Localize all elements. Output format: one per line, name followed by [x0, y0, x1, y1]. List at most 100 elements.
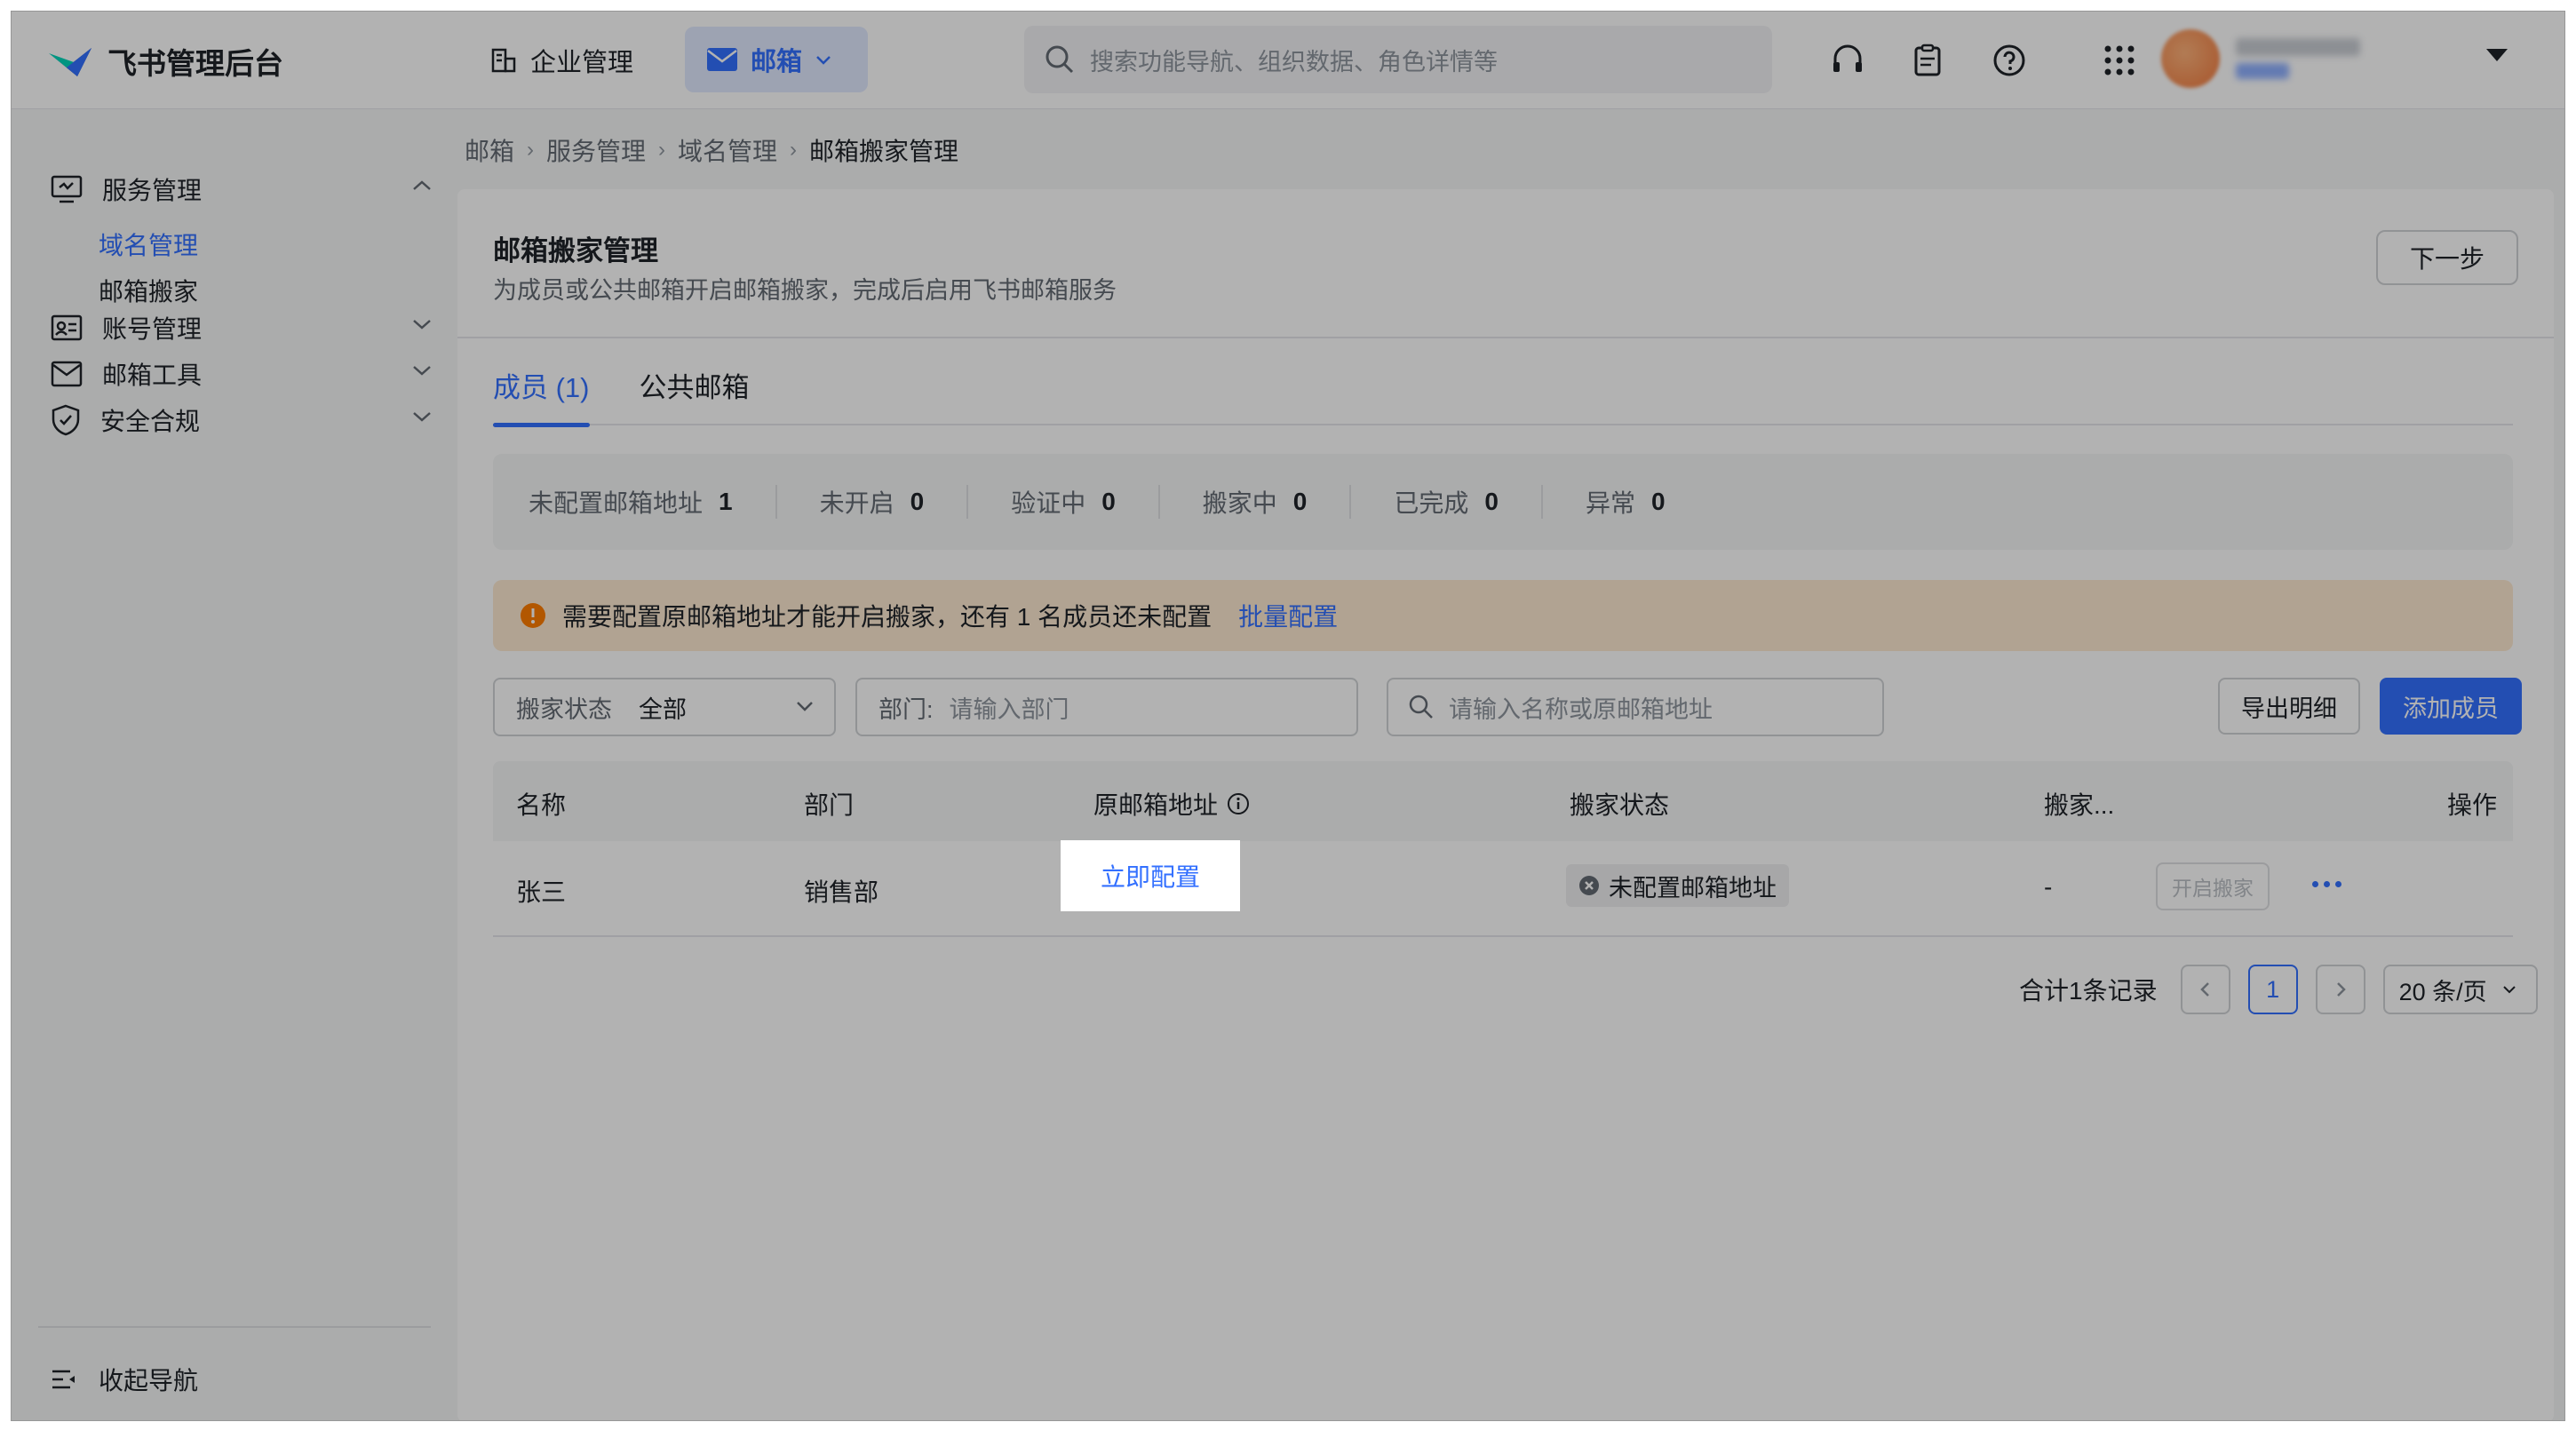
- more-actions-icon[interactable]: [2302, 866, 2351, 902]
- stat-label: 异常: [1585, 489, 1635, 517]
- page-header: 邮箱搬家管理 为成员或公共邮箱开启邮箱搬家，完成后启用飞书邮箱服务 下一步: [457, 189, 2554, 338]
- page-size-select[interactable]: 20 条/页: [2382, 965, 2538, 1014]
- help-icon[interactable]: [1989, 40, 2030, 81]
- stat-verifying[interactable]: 验证中 0: [1011, 485, 1160, 519]
- nav-mail-dropdown[interactable]: 邮箱: [685, 27, 868, 92]
- sidebar-group-label: 服务管理: [102, 177, 203, 204]
- chevron-down-icon: [797, 702, 813, 711]
- member-search-input[interactable]: 请输入名称或原邮箱地址: [1387, 678, 1884, 736]
- close-circle-icon: [1579, 876, 1599, 895]
- stat-completed[interactable]: 已完成 0: [1394, 485, 1543, 519]
- sidebar-group-label: 账号管理: [102, 315, 203, 343]
- page-number-button[interactable]: 1: [2247, 965, 2298, 1014]
- breadcrumb-item[interactable]: 域名管理: [678, 132, 777, 168]
- chevron-left-icon: [2199, 982, 2209, 997]
- department-filter-label: 部门:: [879, 695, 934, 723]
- spotlight-configure-now[interactable]: 立即配置: [1061, 840, 1240, 911]
- stat-label: 未配置邮箱地址: [529, 489, 704, 517]
- chevron-up-icon: [413, 180, 431, 190]
- cell-dept: 销售部: [804, 878, 879, 906]
- clipboard-icon[interactable]: [1907, 40, 1948, 81]
- chevron-down-icon: [2502, 986, 2516, 994]
- collapse-nav-icon: [52, 1370, 75, 1389]
- next-step-button[interactable]: 下一步: [2376, 230, 2518, 285]
- sidebar-group-mail-tools[interactable]: 邮箱工具: [51, 347, 433, 401]
- page-title: 邮箱搬家管理: [493, 235, 658, 266]
- batch-config-link[interactable]: 批量配置: [1238, 598, 1338, 633]
- stat-error[interactable]: 异常 0: [1586, 485, 1708, 519]
- sidebar-group-account[interactable]: 账号管理: [51, 301, 433, 354]
- sidebar: 服务管理 域名管理 邮箱搬家 账号管理 邮箱工具 安全合规 收起导航: [12, 109, 457, 1420]
- nav-org-management[interactable]: 企业管理: [473, 31, 649, 90]
- alert-text: 需要配置原邮箱地址才能开启搬家，还有 1 名成员还未配置: [562, 603, 1212, 631]
- add-member-button[interactable]: 添加成员: [2380, 678, 2522, 735]
- col-header-actions: 操作: [2447, 791, 2498, 819]
- main-card: 邮箱搬家管理 为成员或公共邮箱开启邮箱搬家，完成后启用飞书邮箱服务 下一步 成员…: [457, 189, 2554, 1420]
- user-name-redacted: [2236, 38, 2360, 79]
- global-search-placeholder: 搜索功能导航、组织数据、角色详情等: [1090, 48, 1498, 75]
- chevron-right-icon: ›: [790, 138, 798, 162]
- warning-icon: [521, 603, 545, 628]
- stat-label: 验证中: [1011, 489, 1086, 517]
- page-description: 为成员或公共邮箱开启邮箱搬家，完成后启用飞书邮箱服务: [493, 277, 1117, 304]
- search-icon: [1409, 695, 1433, 719]
- stat-value: 0: [1650, 488, 1666, 515]
- export-details-button[interactable]: 导出明细: [2218, 678, 2360, 735]
- app-grid-icon[interactable]: [2099, 40, 2140, 81]
- logo[interactable]: 飞书管理后台: [47, 40, 283, 83]
- nav-mail-label: 邮箱: [751, 48, 803, 76]
- breadcrumb-item[interactable]: 邮箱: [465, 132, 514, 168]
- nav-org-label: 企业管理: [530, 49, 634, 77]
- tab-members[interactable]: 成员 (1): [493, 360, 590, 427]
- sidebar-item-domain[interactable]: 域名管理: [99, 226, 198, 262]
- cell-name: 张三: [516, 878, 567, 906]
- chevron-right-icon: [2336, 982, 2346, 997]
- stat-value: 0: [910, 488, 925, 515]
- page-size-value: 20 条/页: [2398, 978, 2487, 1005]
- tab-public-mailbox[interactable]: 公共邮箱: [640, 360, 750, 425]
- department-filter-input[interactable]: 部门: 请输入部门: [855, 678, 1358, 736]
- member-search-placeholder: 请输入名称或原邮箱地址: [1449, 695, 1713, 723]
- status-badge: 未配置邮箱地址: [1566, 864, 1789, 907]
- stat-value: 0: [1292, 488, 1308, 515]
- user-menu[interactable]: [2161, 29, 2360, 88]
- sidebar-group-label: 邮箱工具: [102, 361, 203, 389]
- sidebar-group-security[interactable]: 安全合规: [51, 393, 433, 447]
- mail-icon: [51, 361, 83, 387]
- col-header-dept: 部门: [804, 791, 855, 819]
- app-title: 飞书管理后台: [107, 47, 283, 80]
- global-search-input[interactable]: 搜索功能导航、组织数据、角色详情等: [1024, 26, 1772, 93]
- collapse-nav-label: 收起导航: [99, 1367, 199, 1394]
- cell-progress: -: [2044, 873, 2053, 901]
- stat-unconfigured[interactable]: 未配置邮箱地址 1: [529, 485, 777, 519]
- mail-filled-icon: [707, 48, 737, 71]
- sidebar-group-label: 安全合规: [100, 408, 201, 435]
- feishu-logo-icon: [49, 48, 91, 76]
- caret-down-icon[interactable]: [2486, 49, 2508, 61]
- monitor-icon: [51, 175, 83, 203]
- app-window: 飞书管理后台 企业管理 邮箱 搜索功能导航、组织数据、角色详情等 服务管理 域名…: [11, 11, 2565, 1421]
- stat-label: 已完成: [1394, 489, 1469, 517]
- stat-migrating[interactable]: 搬家中 0: [1203, 485, 1352, 519]
- shield-icon: [52, 404, 80, 436]
- collapse-nav-button[interactable]: 收起导航: [51, 1362, 198, 1397]
- table-row: 张三 销售部 立即配置 未配置邮箱地址 - 开启搬家: [493, 841, 2513, 937]
- sidebar-group-service[interactable]: 服务管理: [51, 163, 433, 216]
- status-filter-select[interactable]: 搬家状态 全部: [493, 678, 836, 736]
- next-page-button[interactable]: [2315, 965, 2365, 1014]
- sidebar-divider: [38, 1326, 431, 1328]
- status-filter-label: 搬家状态: [516, 695, 612, 723]
- status-summary: 未配置邮箱地址 1 未开启 0 验证中 0 搬家中 0 已完成 0 异常 0: [493, 454, 2513, 550]
- stat-label: 搬家中: [1202, 489, 1277, 517]
- stat-value: 0: [1484, 488, 1499, 515]
- id-card-icon: [51, 314, 83, 341]
- col-header-name: 名称: [516, 791, 567, 819]
- stat-not-started[interactable]: 未开启 0: [820, 485, 969, 519]
- status-badge-label: 未配置邮箱地址: [1609, 874, 1777, 902]
- stat-value: 1: [719, 488, 733, 515]
- info-icon[interactable]: [1227, 792, 1250, 815]
- breadcrumb-item[interactable]: 服务管理: [546, 132, 646, 168]
- headset-icon[interactable]: [1827, 40, 1868, 81]
- prev-page-button[interactable]: [2180, 965, 2230, 1014]
- start-migration-button[interactable]: 开启搬家: [2156, 862, 2270, 910]
